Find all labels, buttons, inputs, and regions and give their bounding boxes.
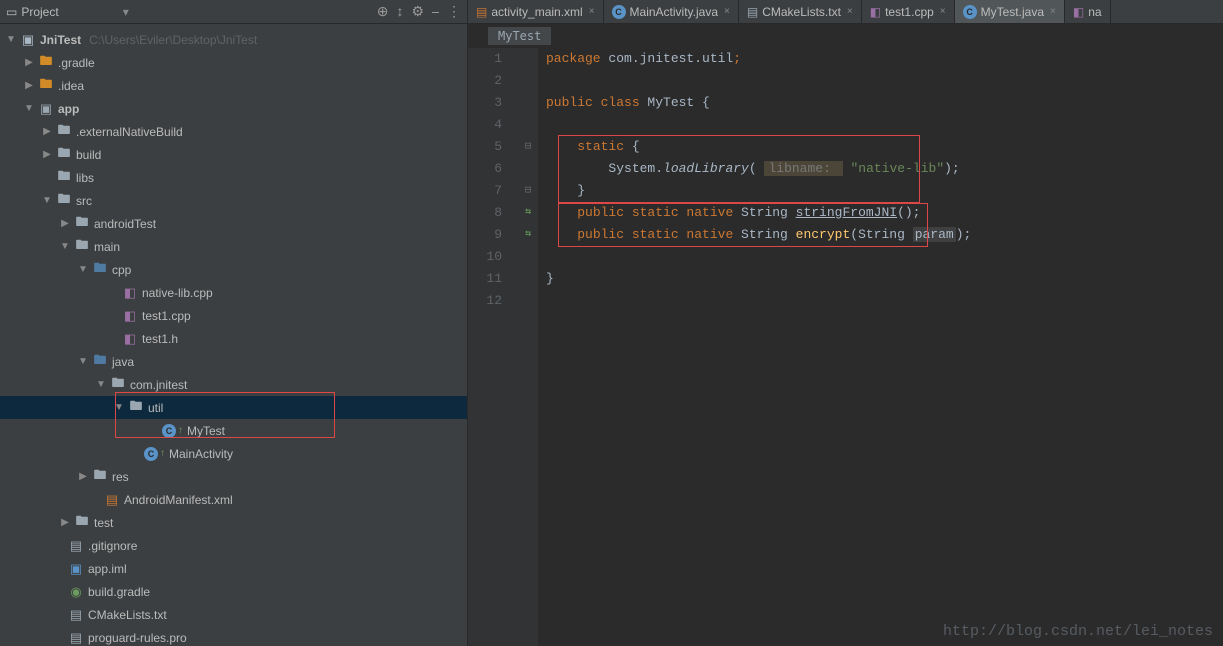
module-icon: ▣ bbox=[38, 101, 54, 117]
tree-item-res[interactable]: ▶🖿res bbox=[0, 465, 467, 488]
iml-icon: ▣ bbox=[68, 561, 84, 577]
close-icon[interactable]: × bbox=[589, 6, 595, 17]
folder-icon: 🖿 bbox=[56, 124, 72, 140]
folder-icon: 🖿 bbox=[38, 78, 54, 94]
package-icon: 🖿 bbox=[110, 377, 126, 393]
gradle-icon: ◉ bbox=[68, 584, 84, 600]
project-tree: ▼ ▣ JniTest C:\Users\Eviler\Desktop\JniT… bbox=[0, 24, 467, 646]
editor-tabs: ▤activity_main.xml× CMainActivity.java× … bbox=[468, 0, 1223, 24]
tree-item-test[interactable]: ▶🖿test bbox=[0, 511, 467, 534]
tree-item-test1cpp[interactable]: ◧test1.cpp bbox=[0, 304, 467, 327]
tree-item-nativelib[interactable]: ◧native-lib.cpp bbox=[0, 281, 467, 304]
tree-item-util[interactable]: ▼🖿util bbox=[0, 396, 467, 419]
folder-icon: 🖿 bbox=[56, 170, 72, 186]
tree-item-build[interactable]: ▶🖿build bbox=[0, 143, 467, 166]
tree-item-idea[interactable]: ▶🖿.idea bbox=[0, 74, 467, 97]
tree-item-gitignore[interactable]: ▤.gitignore bbox=[0, 534, 467, 557]
tree-item-cmakelists[interactable]: ▤CMakeLists.txt bbox=[0, 603, 467, 626]
h-icon: ◧ bbox=[122, 331, 138, 347]
tab-activity-main[interactable]: ▤activity_main.xml× bbox=[468, 0, 604, 23]
folder-icon: 🖿 bbox=[92, 469, 108, 485]
tree-item-mytest[interactable]: C↑MyTest bbox=[0, 419, 467, 442]
code-editor[interactable]: 123456789101112 ⊟⊟⇆⇆ package com.jnitest… bbox=[468, 48, 1223, 646]
arrow-up-icon: ↑ bbox=[160, 448, 165, 459]
target-icon[interactable]: ⊕ bbox=[377, 3, 389, 20]
xml-icon: ▤ bbox=[476, 5, 487, 19]
sort-icon[interactable]: ↕ bbox=[396, 3, 403, 20]
tree-root[interactable]: ▼ ▣ JniTest C:\Users\Eviler\Desktop\JniT… bbox=[0, 28, 467, 51]
more-icon[interactable]: ⋮ bbox=[447, 3, 461, 20]
minimize-icon[interactable]: ⎯ bbox=[432, 3, 439, 20]
project-title: Project bbox=[21, 5, 58, 19]
folder-icon: 🖿 bbox=[92, 354, 108, 370]
folder-icon: 🖿 bbox=[38, 55, 54, 71]
file-icon: ▤ bbox=[68, 538, 84, 554]
tree-item-gradle[interactable]: ▶🖿.gradle bbox=[0, 51, 467, 74]
tree-item-src[interactable]: ▼🖿src bbox=[0, 189, 467, 212]
java-class-icon: C bbox=[963, 5, 977, 19]
tab-na[interactable]: ◧na bbox=[1065, 0, 1111, 23]
project-icon: ▭ bbox=[6, 5, 17, 19]
xml-icon: ▤ bbox=[104, 492, 120, 508]
root-label: JniTest bbox=[40, 33, 81, 47]
watermark: http://blog.csdn.net/lei_notes bbox=[943, 623, 1213, 640]
tree-item-main[interactable]: ▼🖿main bbox=[0, 235, 467, 258]
folder-icon: 🖿 bbox=[74, 216, 90, 232]
dropdown-icon[interactable]: ▾ bbox=[123, 5, 129, 19]
cpp-icon: ◧ bbox=[870, 5, 881, 19]
project-sidebar: ▭ Project ▾ ⊕ ↕ ⚙ ⎯ ⋮ ▼ ▣ JniTest C:\Use… bbox=[0, 0, 468, 646]
gear-icon[interactable]: ⚙ bbox=[411, 3, 424, 20]
tree-item-mainactivity[interactable]: C↑MainActivity bbox=[0, 442, 467, 465]
tree-item-proguard[interactable]: ▤proguard-rules.pro bbox=[0, 626, 467, 646]
swap-icon: ⇆ bbox=[525, 202, 531, 224]
line-gutter: 123456789101112 bbox=[468, 48, 518, 646]
tree-item-libs[interactable]: 🖿libs bbox=[0, 166, 467, 189]
folder-icon: 🖿 bbox=[92, 262, 108, 278]
cpp-icon: ◧ bbox=[122, 285, 138, 301]
tree-item-appiml[interactable]: ▣app.iml bbox=[0, 557, 467, 580]
project-module-icon: ▣ bbox=[20, 32, 36, 48]
folder-icon: 🖿 bbox=[74, 515, 90, 531]
tree-item-java[interactable]: ▼🖿java bbox=[0, 350, 467, 373]
code-area[interactable]: package com.jnitest.util; public class M… bbox=[538, 48, 1223, 646]
folder-icon: 🖿 bbox=[74, 239, 90, 255]
cpp-icon: ◧ bbox=[1073, 5, 1084, 19]
gutter-marks: ⊟⊟⇆⇆ bbox=[518, 48, 538, 646]
folder-icon: 🖿 bbox=[56, 147, 72, 163]
project-header: ▭ Project ▾ ⊕ ↕ ⚙ ⎯ ⋮ bbox=[0, 0, 467, 24]
package-icon: 🖿 bbox=[128, 400, 144, 416]
editor-pane: ▤activity_main.xml× CMainActivity.java× … bbox=[468, 0, 1223, 646]
file-icon: ▤ bbox=[747, 5, 758, 19]
close-icon[interactable]: × bbox=[724, 6, 730, 17]
file-icon: ▤ bbox=[68, 630, 84, 646]
arrow-up-icon: ↑ bbox=[178, 425, 183, 436]
java-class-icon: C bbox=[144, 447, 158, 461]
close-icon[interactable]: × bbox=[1050, 6, 1056, 17]
tree-item-buildgradle[interactable]: ◉build.gradle bbox=[0, 580, 467, 603]
java-class-icon: C bbox=[612, 5, 626, 19]
close-icon[interactable]: × bbox=[847, 6, 853, 17]
root-path: C:\Users\Eviler\Desktop\JniTest bbox=[89, 33, 257, 47]
tab-test1cpp[interactable]: ◧test1.cpp× bbox=[862, 0, 955, 23]
tab-cmakelists[interactable]: ▤CMakeLists.txt× bbox=[739, 0, 862, 23]
breadcrumb-item[interactable]: MyTest bbox=[488, 27, 551, 45]
folder-icon: 🖿 bbox=[56, 193, 72, 209]
tree-item-extbuild[interactable]: ▶🖿.externalNativeBuild bbox=[0, 120, 467, 143]
tree-item-cpp[interactable]: ▼🖿cpp bbox=[0, 258, 467, 281]
tree-item-test1h[interactable]: ◧test1.h bbox=[0, 327, 467, 350]
tree-item-comjnitest[interactable]: ▼🖿com.jnitest bbox=[0, 373, 467, 396]
file-icon: ▤ bbox=[68, 607, 84, 623]
java-class-icon: C bbox=[162, 424, 176, 438]
tab-mytest[interactable]: CMyTest.java× bbox=[955, 0, 1065, 23]
tree-item-androidtest[interactable]: ▶🖿androidTest bbox=[0, 212, 467, 235]
swap-icon: ⇆ bbox=[525, 224, 531, 246]
tree-item-manifest[interactable]: ▤AndroidManifest.xml bbox=[0, 488, 467, 511]
tree-item-app[interactable]: ▼▣app bbox=[0, 97, 467, 120]
cpp-icon: ◧ bbox=[122, 308, 138, 324]
breadcrumb: MyTest bbox=[468, 24, 1223, 48]
close-icon[interactable]: × bbox=[940, 6, 946, 17]
tab-mainactivity[interactable]: CMainActivity.java× bbox=[604, 0, 739, 23]
